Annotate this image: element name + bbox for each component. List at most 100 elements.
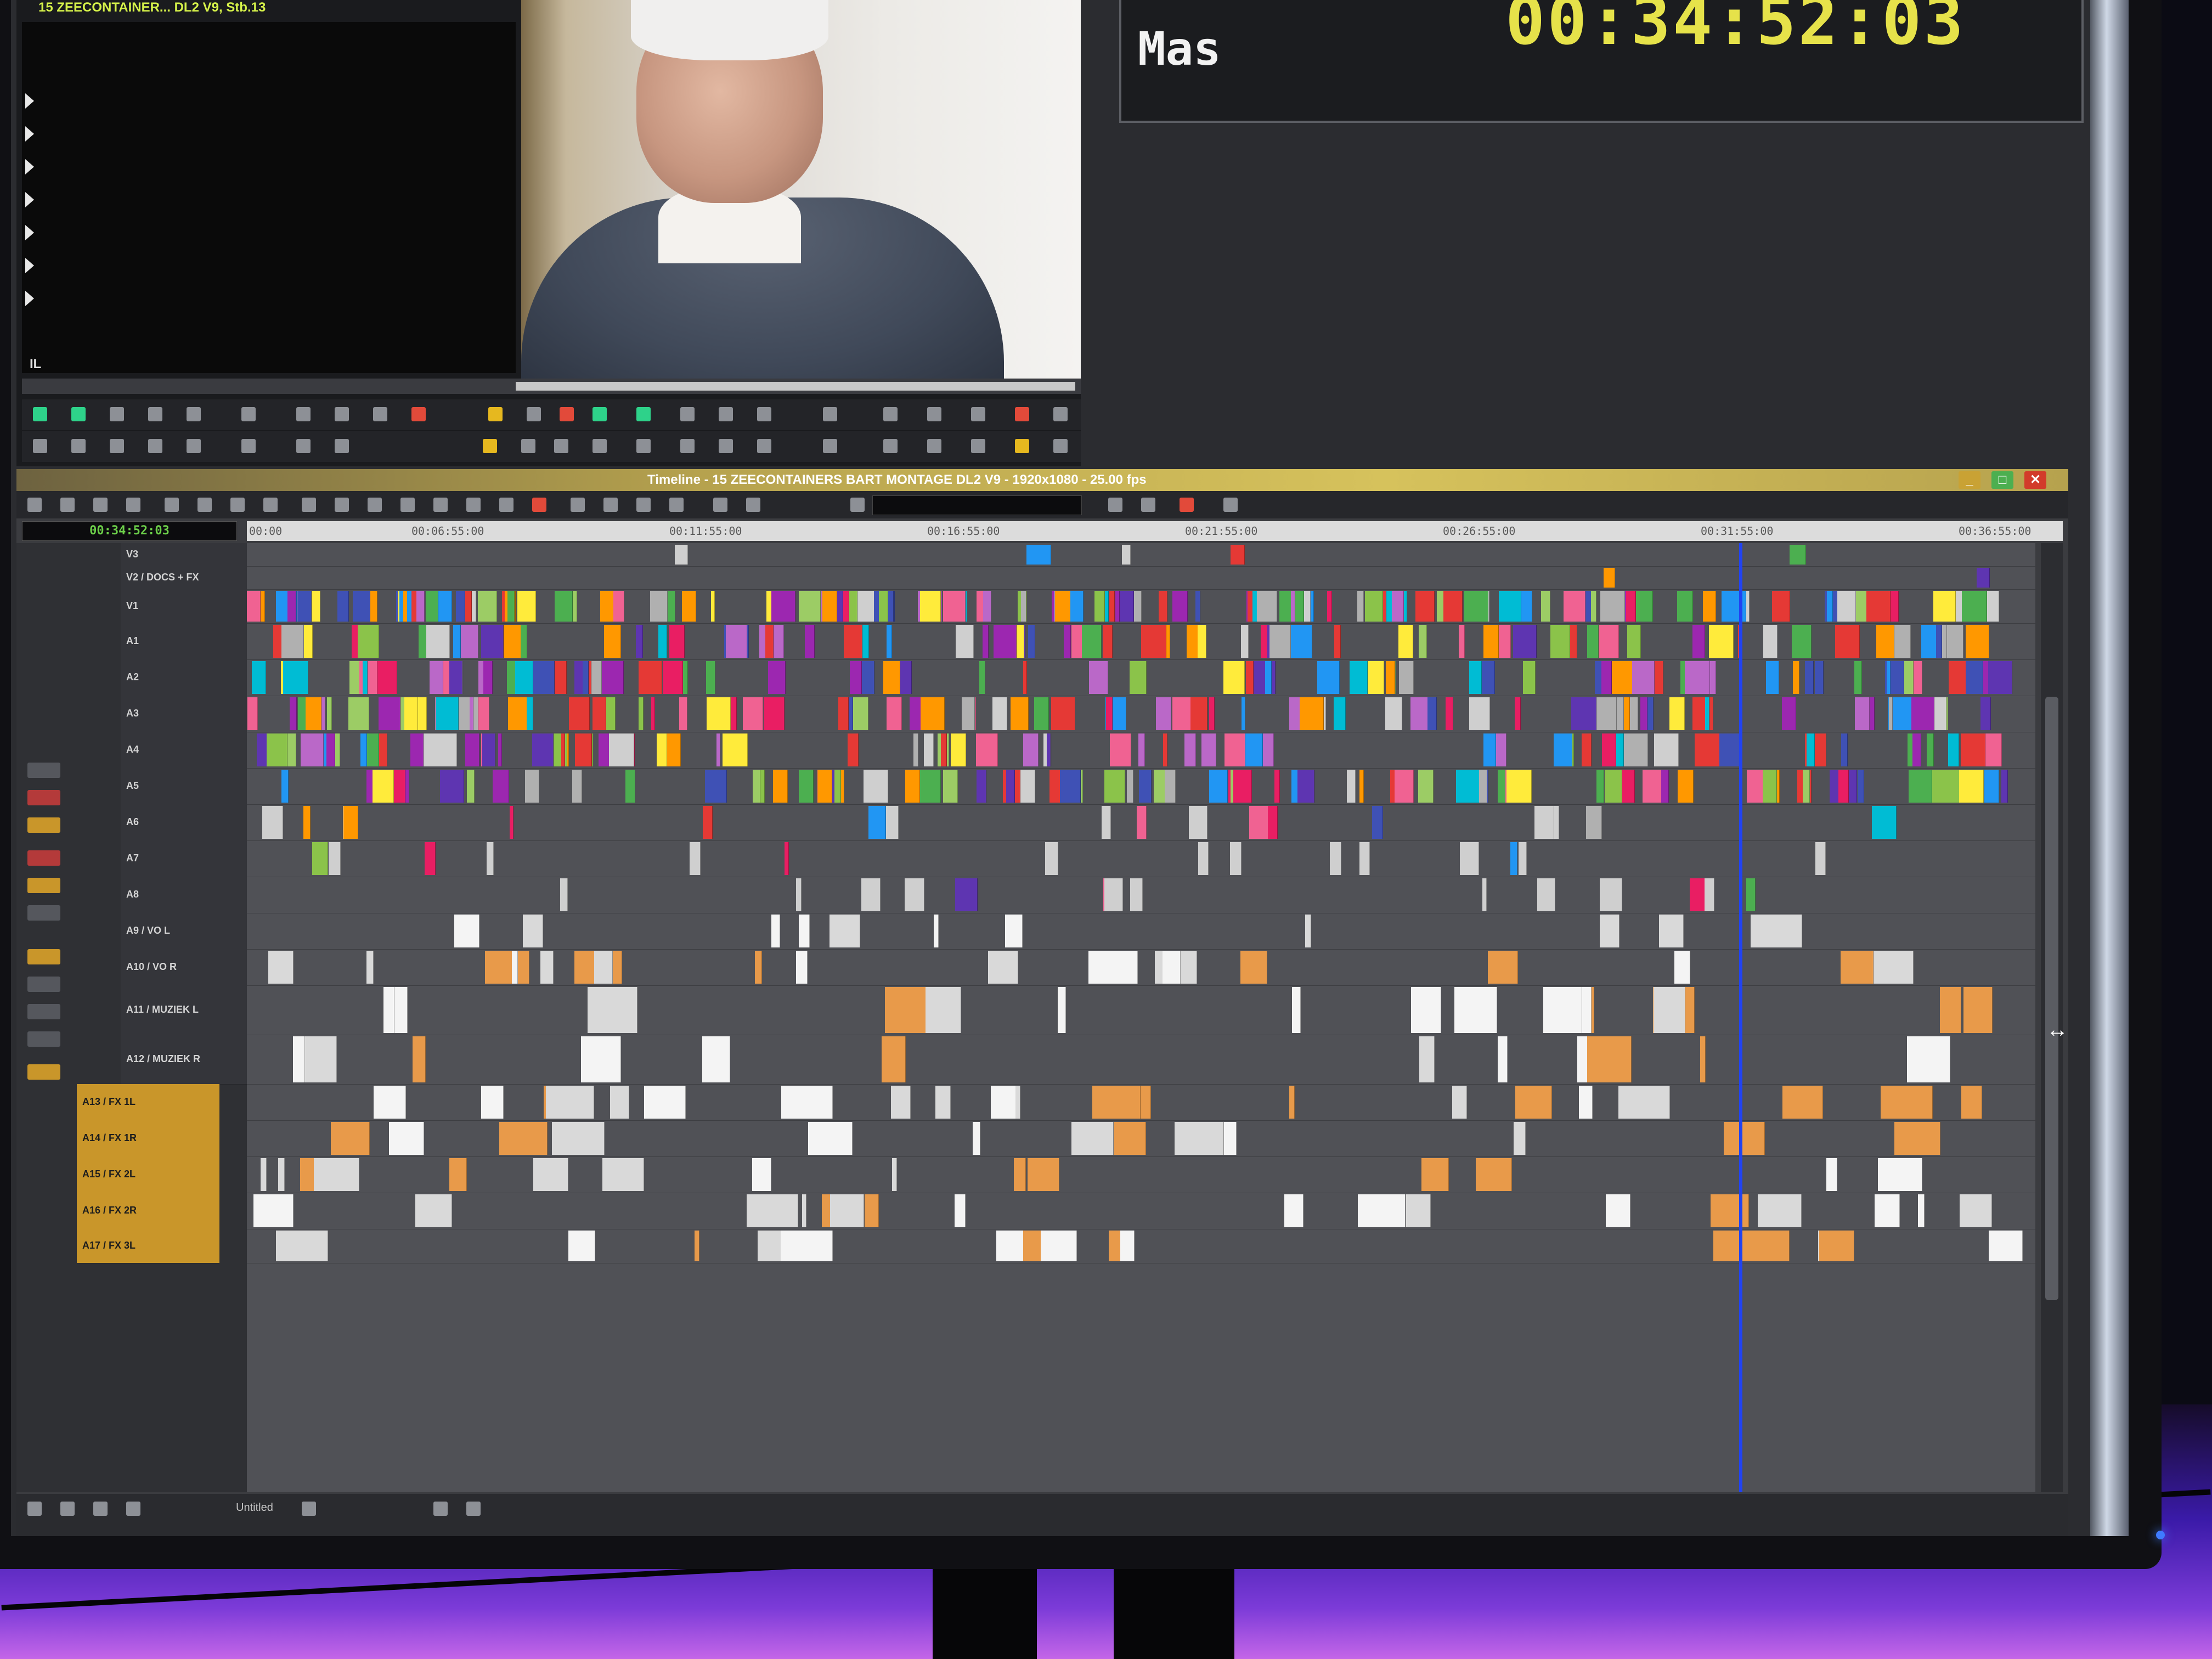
timeline-clip[interactable] [1464, 591, 1488, 622]
mark-clip-tool-icon[interactable] [368, 498, 382, 512]
timeline-clip[interactable] [1242, 697, 1245, 730]
timeline-clip[interactable] [329, 842, 341, 875]
timeline-clip[interactable] [799, 915, 810, 947]
timeline-clip[interactable] [253, 1194, 294, 1227]
timeline-clip[interactable] [301, 733, 324, 766]
timeline-clip[interactable] [449, 661, 462, 694]
timeline-tracks[interactable] [247, 543, 2035, 1492]
timeline-clip[interactable] [639, 661, 662, 694]
record-play-reverse-icon[interactable] [592, 407, 607, 421]
timeline-clip[interactable] [1827, 591, 1833, 622]
timeline-clip[interactable] [1330, 842, 1341, 875]
timeline-clip[interactable] [1291, 591, 1295, 622]
timeline-clip[interactable] [1163, 733, 1167, 766]
side-active-icon[interactable] [27, 949, 60, 964]
timeline-clip[interactable] [303, 806, 311, 839]
timeline-clip[interactable] [568, 1231, 595, 1261]
timeline-clip[interactable] [366, 951, 374, 984]
timeline-clip[interactable] [1195, 591, 1200, 622]
timeline-clip[interactable] [973, 1122, 980, 1155]
timeline-clip[interactable] [314, 1158, 359, 1191]
timeline-clip[interactable] [808, 1122, 853, 1155]
record-go-to-end-icon[interactable] [823, 439, 837, 453]
record-stop-icon[interactable] [592, 439, 607, 453]
monitor-position-bar[interactable] [22, 379, 1081, 394]
timeline-clip[interactable] [370, 591, 377, 622]
timeline-clip[interactable] [1692, 697, 1713, 730]
search-icon[interactable] [302, 1502, 316, 1516]
timeline-clip[interactable] [771, 591, 795, 622]
timeline-clip[interactable] [532, 733, 554, 766]
timeline-clip[interactable] [1991, 1231, 2023, 1261]
timeline-clip[interactable] [1163, 951, 1181, 984]
timeline-clip[interactable] [1889, 697, 1893, 730]
timeline-clip[interactable] [1703, 591, 1716, 622]
timeline-clip[interactable] [1604, 568, 1615, 588]
timeline-clip[interactable] [781, 1231, 833, 1261]
timeline-clip[interactable] [1960, 1194, 1992, 1227]
timeline-clip[interactable] [1088, 951, 1138, 984]
timeline-clip[interactable] [1961, 733, 1985, 766]
timeline-clip[interactable] [1045, 842, 1058, 875]
timeline-clip[interactable] [337, 591, 349, 622]
timeline-clip[interactable] [363, 661, 368, 694]
timeline-clip[interactable] [1064, 625, 1071, 658]
timeline-clip[interactable] [1564, 591, 1585, 622]
timeline-clip[interactable] [437, 733, 457, 766]
mark-out-icon[interactable] [187, 407, 201, 421]
track-header[interactable]: A10 / VO R [121, 949, 247, 986]
timeline-clip[interactable] [331, 1122, 370, 1155]
user-icon[interactable] [1053, 407, 1068, 421]
timeline-clip[interactable] [498, 733, 502, 766]
timeline-clip[interactable] [425, 842, 436, 875]
timeline-clip[interactable] [1209, 697, 1215, 730]
side-tool-icon[interactable] [27, 1004, 60, 1019]
side-tool-icon[interactable] [27, 977, 60, 992]
timeline-clip[interactable] [517, 591, 536, 622]
timeline-clip[interactable] [838, 697, 849, 730]
timeline-clip[interactable] [924, 733, 934, 766]
side-red-icon[interactable] [27, 790, 60, 805]
timeline-clip[interactable] [1927, 733, 1934, 766]
close-button[interactable]: ✕ [2024, 471, 2046, 489]
timeline-clip[interactable] [1911, 697, 1934, 730]
track-header[interactable]: A9 / VO L [121, 913, 247, 950]
timeline-clip[interactable] [658, 625, 667, 658]
timeline-clip[interactable] [956, 625, 974, 658]
timeline-clip[interactable] [306, 697, 321, 730]
timeline-clip[interactable] [389, 1122, 424, 1155]
link-icon[interactable] [93, 1502, 108, 1516]
timeline-clip[interactable] [1515, 1086, 1552, 1119]
timeline-clip[interactable] [470, 697, 473, 730]
timeline-clip[interactable] [771, 915, 780, 947]
timeline-clip[interactable] [1028, 625, 1035, 658]
track-header[interactable]: A11 / MUZIEK L [121, 985, 247, 1035]
timeline-clip[interactable] [1456, 770, 1480, 803]
timeline-clip[interactable] [1599, 625, 1619, 658]
timeline-clip[interactable] [1963, 987, 1993, 1033]
timeline-clip[interactable] [991, 1086, 1019, 1119]
timeline-clip[interactable] [1807, 733, 1815, 766]
timeline-clip[interactable] [1587, 1036, 1632, 1082]
timeline-clip[interactable] [348, 697, 369, 730]
timeline-clip[interactable] [1872, 806, 1897, 839]
timeline-clip[interactable] [1020, 770, 1035, 803]
timeline-clip[interactable] [1605, 770, 1622, 803]
disable-icon[interactable] [971, 439, 985, 453]
overwrite-icon[interactable] [527, 407, 541, 421]
timeline-clip[interactable] [247, 591, 261, 622]
timeline-clip[interactable] [413, 1036, 426, 1082]
timeline-clip[interactable] [1224, 733, 1245, 766]
timeline-clip[interactable] [913, 733, 918, 766]
timeline-clip[interactable] [1560, 987, 1582, 1033]
timeline-clip[interactable] [1358, 1194, 1406, 1227]
track-header[interactable]: A14 / FX 1R [77, 1120, 219, 1157]
timeline-clip[interactable] [1268, 806, 1278, 839]
timeline-clip[interactable] [2001, 770, 2008, 803]
timeline-clip[interactable] [1782, 697, 1796, 730]
record-frame-forward-icon[interactable] [719, 407, 733, 421]
timeline-clip[interactable] [830, 1194, 864, 1227]
timeline-clip[interactable] [1231, 545, 1245, 565]
timeline-clip[interactable] [533, 1158, 568, 1191]
timeline-clip[interactable] [1350, 661, 1368, 694]
